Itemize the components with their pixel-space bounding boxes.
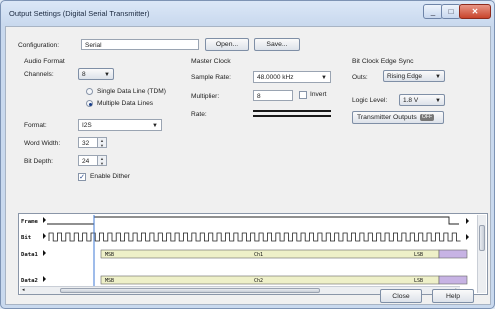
chevron-down-icon: ▼ bbox=[435, 74, 441, 80]
title-bar: Output Settings (Digital Serial Transmit… bbox=[1, 1, 494, 25]
vertical-scrollbar[interactable] bbox=[477, 215, 486, 293]
outs-label: Outs: bbox=[352, 74, 368, 81]
rate-label: Rate: bbox=[191, 111, 207, 118]
master-clock-header: Master Clock bbox=[191, 58, 231, 65]
bit-clock-header: Bit Clock Edge Sync bbox=[352, 58, 414, 65]
channels-select[interactable]: 8 ▼ bbox=[78, 68, 114, 80]
multiplier-label: Multiplier: bbox=[191, 93, 220, 100]
scroll-left-icon[interactable]: ◂ bbox=[22, 287, 25, 293]
bit-depth-field[interactable]: 24 bbox=[78, 155, 98, 166]
invert-checkbox[interactable] bbox=[299, 91, 307, 99]
channels-label: Channels: bbox=[24, 71, 54, 78]
enable-dither-label: Enable Dither bbox=[90, 173, 130, 180]
format-value: I2S bbox=[82, 122, 92, 129]
enable-dither-checkbox[interactable]: ✓ bbox=[78, 173, 86, 181]
word-width-label: Word Width: bbox=[24, 140, 61, 147]
logic-level-label: Logic Level: bbox=[352, 97, 388, 104]
configuration-label: Configuration: bbox=[18, 42, 60, 49]
multiple-data-lines-radio[interactable] bbox=[86, 100, 93, 107]
horizontal-scroll-thumb[interactable] bbox=[60, 288, 320, 293]
data1-msb-label: MSB bbox=[105, 252, 115, 258]
sample-rate-value: 48.0000 kHz bbox=[257, 74, 294, 81]
multiple-data-lines-label: Multiple Data Lines bbox=[97, 100, 154, 107]
transmitter-outputs-button[interactable]: Transmitter Outputs OFF bbox=[352, 111, 444, 124]
chevron-down-icon: ▼ bbox=[152, 123, 158, 129]
minimize-icon: _ bbox=[430, 7, 436, 16]
maximize-icon: □ bbox=[448, 7, 454, 16]
frame-waveform bbox=[43, 216, 469, 225]
single-data-line-label: Single Data Line (TDM) bbox=[97, 88, 166, 95]
configuration-field[interactable]: Serial bbox=[81, 39, 199, 50]
transmitter-outputs-label: Transmitter Outputs bbox=[357, 114, 417, 121]
bit-clock-waveform bbox=[43, 232, 469, 242]
close-window-button[interactable]: ✕ bbox=[459, 4, 491, 19]
sample-rate-label: Sample Rate: bbox=[191, 74, 231, 81]
chevron-down-icon: ▼ bbox=[104, 72, 110, 78]
save-button[interactable]: Save... bbox=[254, 38, 300, 51]
bit-depth-label: Bit Depth: bbox=[24, 158, 53, 165]
chevron-down-icon: ▼ bbox=[321, 75, 327, 81]
rate-indicator-bottom bbox=[253, 115, 331, 117]
data2-ch-label: Ch2 bbox=[254, 278, 264, 284]
data2-msb-label: MSB bbox=[105, 278, 115, 284]
open-button[interactable]: Open... bbox=[205, 38, 249, 51]
multiplier-field[interactable]: 8 bbox=[253, 90, 293, 101]
transmitter-state-badge: OFF bbox=[419, 113, 435, 121]
sample-rate-select[interactable]: 48.0000 kHz ▼ bbox=[253, 71, 331, 83]
outs-select[interactable]: Rising Edge ▼ bbox=[383, 70, 445, 82]
word-width-spinner[interactable]: ▲ ▼ bbox=[98, 137, 107, 148]
channels-value: 8 bbox=[82, 71, 86, 78]
chevron-down-icon: ▼ bbox=[435, 98, 441, 104]
maximize-button[interactable]: □ bbox=[441, 4, 461, 19]
minimize-button[interactable]: _ bbox=[423, 4, 443, 19]
format-label: Format: bbox=[24, 122, 47, 129]
word-width-field[interactable]: 32 bbox=[78, 137, 98, 148]
dialog-window: Output Settings (Digital Serial Transmit… bbox=[0, 0, 495, 309]
data1-lsb-label: LSB bbox=[414, 252, 424, 258]
dialog-content: Configuration: Serial Open... Save... Au… bbox=[5, 26, 491, 305]
single-data-line-radio[interactable] bbox=[86, 88, 93, 95]
bit-depth-spinner[interactable]: ▲ ▼ bbox=[98, 155, 107, 166]
audio-format-header: Audio Format bbox=[24, 58, 65, 65]
data1-ch-label: Ch1 bbox=[254, 252, 264, 258]
data2-lsb-label: LSB bbox=[414, 278, 424, 284]
close-button[interactable]: Close bbox=[380, 289, 422, 303]
invert-label: Invert bbox=[310, 91, 327, 98]
window-title: Output Settings (Digital Serial Transmit… bbox=[9, 9, 150, 18]
rate-indicator-top bbox=[253, 110, 331, 112]
vertical-scroll-thumb[interactable] bbox=[479, 225, 485, 251]
close-icon: ✕ bbox=[471, 7, 479, 16]
timing-diagram-panel: Frame Bit Data1 Data2 MSB Ch1 LSB MSB Ch… bbox=[18, 213, 488, 295]
logic-level-value: 1.8 V bbox=[403, 97, 419, 104]
help-button[interactable]: Help bbox=[432, 289, 474, 303]
format-select[interactable]: I2S ▼ bbox=[78, 119, 162, 131]
outs-value: Rising Edge bbox=[387, 73, 423, 80]
logic-level-select[interactable]: 1.8 V ▼ bbox=[399, 94, 445, 106]
